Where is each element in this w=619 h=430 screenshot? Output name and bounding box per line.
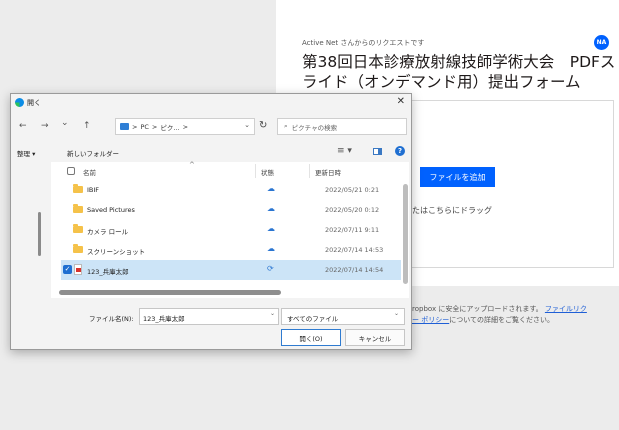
file-row-selected[interactable]: ✓ 123_兵庫太郎 ⟳ 2022/07/14 14:54 xyxy=(61,260,401,280)
breadcrumb-pictures[interactable]: ピク... xyxy=(160,122,179,132)
file-row[interactable]: Saved Pictures ☁ 2022/05/20 0:12 xyxy=(61,200,401,220)
filetype-select[interactable]: すべてのファイル xyxy=(281,308,405,325)
column-divider[interactable] xyxy=(309,164,310,178)
column-divider[interactable] xyxy=(255,164,256,178)
command-bar: 整理 ▾ 新しいフォルダー ≡ ▾ ? xyxy=(11,144,411,160)
file-name: IBIF xyxy=(87,186,100,194)
open-file-dialog: 開く ✕ ← → ⌄ ↑ > PC > ピク... > ⌄ ↻ ⌕ ピクチャの検… xyxy=(10,93,412,350)
navigation-bar: ← → ⌄ ↑ > PC > ピク... > ⌄ ↻ ⌕ ピクチャの検索 xyxy=(11,118,411,136)
dialog-title: 開く xyxy=(27,99,41,107)
footer-suffix: についての詳細をご覧ください。 xyxy=(449,316,555,324)
view-options-icon[interactable]: ≡ ▾ xyxy=(337,146,352,156)
row-checkbox[interactable]: ✓ xyxy=(63,265,72,274)
file-name: カメラ ロール xyxy=(87,228,129,236)
cloud-icon: ☁ xyxy=(267,224,275,233)
drag-hint: たはこちらにドラッグ xyxy=(412,206,492,215)
folder-icon xyxy=(73,244,83,253)
refresh-icon[interactable]: ↻ xyxy=(259,120,267,131)
footer-prefix: ropbox に安全にアップロードされます。 xyxy=(412,305,543,313)
path-separator: > xyxy=(151,122,158,131)
cloud-icon: ☁ xyxy=(267,204,275,213)
back-arrow-icon[interactable]: ← xyxy=(19,121,27,131)
up-arrow-icon[interactable]: ↑ xyxy=(83,121,91,131)
cancel-button[interactable]: キャンセル xyxy=(345,329,405,346)
avatar[interactable]: NA xyxy=(594,35,609,50)
file-name: Saved Pictures xyxy=(87,206,135,214)
chevron-down-icon[interactable]: ⌄ xyxy=(270,310,275,317)
file-list: 名前 ^ 状態 更新日時 IBIF ☁ 2022/05/21 0:21 Save… xyxy=(51,161,409,298)
filename-label: ファイル名(N): xyxy=(89,315,134,323)
vertical-scrollbar[interactable] xyxy=(403,184,408,284)
sort-chevron-icon: ^ xyxy=(189,161,195,169)
column-status[interactable]: 状態 xyxy=(261,167,274,177)
new-folder-button[interactable]: 新しいフォルダー xyxy=(67,148,119,158)
request-label: Active Net さんからのリクエストです xyxy=(302,39,425,47)
file-name: 123_兵庫太郎 xyxy=(87,268,129,276)
path-separator: > xyxy=(132,122,138,131)
address-dropdown-icon[interactable]: ⌄ xyxy=(244,121,250,129)
column-name[interactable]: 名前 xyxy=(83,167,96,177)
file-date: 2022/07/11 9:11 xyxy=(325,226,380,234)
horizontal-scrollbar[interactable] xyxy=(59,290,281,295)
folder-icon xyxy=(73,224,83,233)
file-date: 2022/05/21 0:21 xyxy=(325,186,380,194)
footer-notice: ropbox に安全にアップロードされます。 ファイルリク ー ポリシーについて… xyxy=(412,304,616,326)
preview-pane-icon[interactable] xyxy=(373,148,382,155)
path-separator: > xyxy=(182,122,189,131)
search-input[interactable]: ⌕ ピクチャの検索 xyxy=(277,118,407,135)
breadcrumb-pc[interactable]: PC xyxy=(140,123,148,131)
filename-input[interactable]: 123_兵庫太郎 xyxy=(139,308,279,325)
search-icon: ⌕ xyxy=(284,122,288,130)
pictures-folder-icon xyxy=(120,123,129,130)
cloud-icon: ☁ xyxy=(267,184,275,193)
chevron-down-icon[interactable]: ⌄ xyxy=(394,310,399,317)
folder-icon xyxy=(73,204,83,213)
edge-icon xyxy=(15,98,24,107)
pdf-file-icon xyxy=(74,264,82,275)
column-header-row: 名前 ^ 状態 更新日時 xyxy=(51,161,409,180)
select-all-checkbox[interactable] xyxy=(67,167,75,175)
page-title: 第38回日本診療放射線技師学術大会 PDFスライド（オンデマンド用）提出フォーム xyxy=(302,53,616,91)
search-placeholder: ピクチャの検索 xyxy=(291,123,338,132)
policy-link[interactable]: ー ポリシー xyxy=(412,316,449,324)
file-row[interactable]: スクリーンショット ☁ 2022/07/14 14:53 xyxy=(61,240,401,260)
nav-pane-scrollbar[interactable] xyxy=(38,212,41,256)
file-row[interactable]: IBIF ☁ 2022/05/21 0:21 xyxy=(61,180,401,200)
forward-arrow-icon[interactable]: → xyxy=(41,121,49,131)
file-date: 2022/07/14 14:53 xyxy=(325,246,384,254)
dialog-titlebar[interactable]: 開く ✕ xyxy=(11,94,411,112)
history-chevron-icon[interactable]: ⌄ xyxy=(61,118,69,128)
help-icon[interactable]: ? xyxy=(395,146,405,156)
file-name: スクリーンショット xyxy=(87,248,146,256)
add-file-button[interactable]: ファイルを追加 xyxy=(420,167,495,187)
close-icon[interactable]: ✕ xyxy=(397,96,405,107)
navigation-pane[interactable] xyxy=(11,162,51,298)
sync-icon: ⟳ xyxy=(267,264,274,273)
file-row[interactable]: カメラ ロール ☁ 2022/07/11 9:11 xyxy=(61,220,401,240)
column-date[interactable]: 更新日時 xyxy=(315,167,341,177)
folder-icon xyxy=(73,184,83,193)
organize-button[interactable]: 整理 ▾ xyxy=(17,148,35,158)
address-bar[interactable]: > PC > ピク... > ⌄ xyxy=(115,118,255,135)
file-request-link[interactable]: ファイルリク xyxy=(545,305,587,313)
file-date: 2022/05/20 0:12 xyxy=(325,206,380,214)
cloud-icon: ☁ xyxy=(267,244,275,253)
open-button[interactable]: 開く(O) xyxy=(281,329,341,346)
file-date: 2022/07/14 14:54 xyxy=(325,266,384,274)
